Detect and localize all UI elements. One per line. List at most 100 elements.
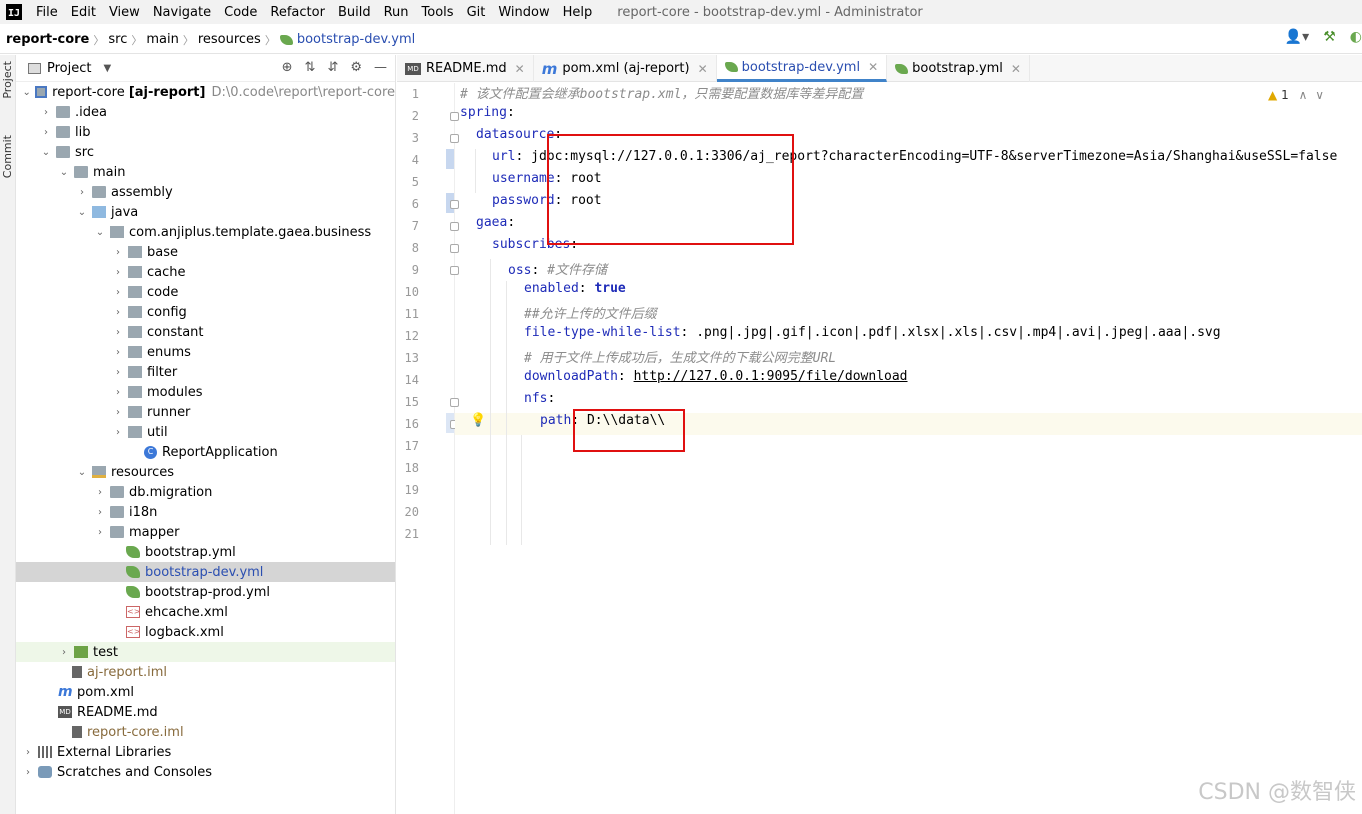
chevron-right-icon[interactable]: › (112, 287, 124, 298)
locate-icon[interactable]: ⊕ (282, 60, 293, 75)
stripe-tab-project[interactable]: Project (1, 61, 14, 99)
chevron-right-icon[interactable]: › (112, 407, 124, 418)
chevron-down-icon[interactable]: ∨ (1315, 88, 1324, 102)
breadcrumb-project[interactable]: report-core (6, 32, 89, 47)
download-path-link[interactable]: http://127.0.0.1:9095/file/download (634, 369, 908, 384)
chevron-right-icon[interactable]: › (112, 267, 124, 278)
tree-row-idea[interactable]: › .idea (16, 102, 395, 122)
tree-row-report-core[interactable]: ⌄ report-core [aj-report] D:\0.code\repo… (16, 82, 395, 102)
close-icon[interactable]: ✕ (1011, 62, 1021, 76)
tree-row-src[interactable]: ⌄ src (16, 142, 395, 162)
tab-pom[interactable]: m pom.xml (aj-report) ✕ (534, 55, 717, 82)
tree-row-base[interactable]: › base (16, 242, 395, 262)
breadcrumb-file[interactable]: bootstrap-dev.yml (297, 32, 415, 47)
tab-bootstrap-dev[interactable]: bootstrap-dev.yml ✕ (716, 55, 888, 82)
inspection-widget[interactable]: ▲ 1 ∧ ∨ (1268, 88, 1324, 102)
tree-row-scratches[interactable]: › Scratches and Consoles (16, 762, 395, 782)
tree-row-aj-report-iml[interactable]: aj-report.iml (16, 662, 395, 682)
tree-row-i18n[interactable]: › i18n (16, 502, 395, 522)
tree-row-report-core-iml[interactable]: report-core.iml (16, 722, 395, 742)
chevron-down-icon[interactable]: ⌄ (76, 467, 88, 478)
user-icon[interactable]: 👤▾ (1285, 29, 1309, 45)
tree-row-main[interactable]: ⌄ main (16, 162, 395, 182)
menu-window[interactable]: Window (498, 5, 549, 20)
breadcrumb-main[interactable]: main (146, 32, 178, 47)
chevron-up-icon[interactable]: ∧ (1299, 88, 1308, 102)
menu-help[interactable]: Help (563, 5, 593, 20)
tree-row-filter[interactable]: › filter (16, 362, 395, 382)
chevron-right-icon[interactable]: › (22, 767, 34, 778)
chevron-right-icon[interactable]: › (112, 387, 124, 398)
chevron-right-icon[interactable]: › (58, 647, 70, 658)
chevron-down-icon[interactable]: ⌄ (22, 87, 31, 98)
menu-refactor[interactable]: Refactor (270, 5, 325, 20)
tree-row-readme-md[interactable]: MD README.md (16, 702, 395, 722)
menu-run[interactable]: Run (384, 5, 409, 20)
chevron-right-icon[interactable]: › (94, 527, 106, 538)
chevron-right-icon[interactable]: › (94, 507, 106, 518)
menu-navigate[interactable]: Navigate (153, 5, 211, 20)
tree-row-ehcache-xml[interactable]: <> ehcache.xml (16, 602, 395, 622)
menu-code[interactable]: Code (224, 5, 257, 20)
tab-bootstrap[interactable]: bootstrap.yml ✕ (887, 55, 1030, 82)
intention-bulb-icon[interactable]: 💡 (470, 413, 486, 428)
chevron-right-icon[interactable]: › (22, 747, 34, 758)
menu-view[interactable]: View (109, 5, 140, 20)
chevron-down-icon[interactable]: ⌄ (76, 207, 88, 218)
tree-row-bootstrap-dev-yml[interactable]: bootstrap-dev.yml (16, 562, 395, 582)
chevron-right-icon[interactable]: › (112, 367, 124, 378)
project-panel-title[interactable]: Project (47, 61, 91, 76)
tree-row-lib[interactable]: › lib (16, 122, 395, 142)
run-config-icon[interactable]: ◐ (1350, 29, 1362, 45)
expand-all-icon[interactable]: ⇅ (305, 60, 316, 75)
chevron-right-icon[interactable]: › (112, 247, 124, 258)
tree-row-resources[interactable]: ⌄ resources (16, 462, 395, 482)
tree-row-code[interactable]: › code (16, 282, 395, 302)
menu-edit[interactable]: Edit (71, 5, 96, 20)
build-hammer-icon[interactable]: ⚒ (1323, 29, 1336, 45)
tree-row-java[interactable]: ⌄ java (16, 202, 395, 222)
tree-row-cache[interactable]: › cache (16, 262, 395, 282)
tree-row-enums[interactable]: › enums (16, 342, 395, 362)
tree-row-bootstrap-prod-yml[interactable]: bootstrap-prod.yml (16, 582, 395, 602)
tree-row-constant[interactable]: › constant (16, 322, 395, 342)
tree-row-mapper[interactable]: › mapper (16, 522, 395, 542)
menu-tools[interactable]: Tools (422, 5, 454, 20)
tree-row-db-migration[interactable]: › db.migration (16, 482, 395, 502)
tree-row-logback-xml[interactable]: <> logback.xml (16, 622, 395, 642)
chevron-down-icon[interactable]: ▼ (103, 63, 111, 74)
chevron-right-icon[interactable]: › (76, 187, 88, 198)
chevron-right-icon[interactable]: › (94, 487, 106, 498)
chevron-right-icon[interactable]: › (112, 427, 124, 438)
tree-row-package[interactable]: ⌄ com.anjiplus.template.gaea.business (16, 222, 395, 242)
chevron-down-icon[interactable]: ⌄ (58, 167, 70, 178)
chevron-down-icon[interactable]: ⌄ (40, 147, 52, 158)
collapse-all-icon[interactable]: ⇵ (327, 60, 338, 75)
tree-row-runner[interactable]: › runner (16, 402, 395, 422)
chevron-right-icon[interactable]: › (40, 127, 52, 138)
chevron-right-icon[interactable]: › (112, 347, 124, 358)
tree-row-bootstrap-yml[interactable]: bootstrap.yml (16, 542, 395, 562)
tab-readme[interactable]: MD README.md ✕ (397, 55, 534, 82)
breadcrumb-src[interactable]: src (108, 32, 127, 47)
close-icon[interactable]: ✕ (698, 62, 708, 76)
menu-git[interactable]: Git (467, 5, 486, 20)
tree-row-util[interactable]: › util (16, 422, 395, 442)
chevron-right-icon[interactable]: › (40, 107, 52, 118)
tree-row-pom-xml[interactable]: m pom.xml (16, 682, 395, 702)
menu-build[interactable]: Build (338, 5, 371, 20)
chevron-right-icon[interactable]: › (112, 327, 124, 338)
tree-row-assembly[interactable]: › assembly (16, 182, 395, 202)
tree-row-external-libraries[interactable]: › External Libraries (16, 742, 395, 762)
minimize-icon[interactable]: — (374, 60, 387, 75)
tree-row-report-application[interactable]: C ReportApplication (16, 442, 395, 462)
tree-row-config[interactable]: › config (16, 302, 395, 322)
close-icon[interactable]: ✕ (868, 60, 878, 74)
close-icon[interactable]: ✕ (515, 62, 525, 76)
chevron-down-icon[interactable]: ⌄ (94, 227, 106, 238)
chevron-right-icon[interactable]: › (112, 307, 124, 318)
tree-row-modules[interactable]: › modules (16, 382, 395, 402)
gear-icon[interactable]: ⚙ (350, 60, 362, 75)
tree-row-test[interactable]: › test (16, 642, 395, 662)
stripe-tab-commit[interactable]: Commit (1, 135, 14, 178)
